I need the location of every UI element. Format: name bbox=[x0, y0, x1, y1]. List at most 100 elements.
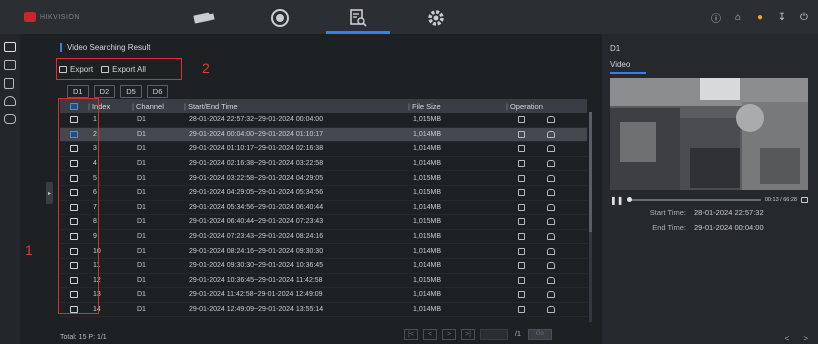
table-row[interactable]: 7 D1 29-01-2024 05:34:56~29-01-2024 06:40:… bbox=[60, 201, 587, 216]
settings-icon bbox=[428, 10, 444, 26]
nav-playback[interactable] bbox=[262, 6, 298, 30]
table-scrollbar[interactable] bbox=[589, 112, 592, 322]
table-row[interactable]: 3 D1 29-01-2024 01:10:17~29-01-2024 02:16:… bbox=[60, 142, 587, 157]
table-row[interactable]: 5 D1 29-01-2024 03:22:58~29-01-2024 04:29:… bbox=[60, 171, 587, 186]
table-row[interactable]: 9 D1 29-01-2024 07:23:43~29-01-2024 08:24:… bbox=[60, 230, 587, 245]
tab-d2[interactable]: D2 bbox=[93, 85, 116, 98]
tab-video[interactable]: Video bbox=[610, 60, 646, 74]
lock-icon[interactable] bbox=[547, 262, 555, 270]
progress-handle[interactable] bbox=[627, 197, 633, 202]
export-file-icon[interactable] bbox=[517, 174, 525, 182]
playback-time: 00:13 / 66:28 bbox=[764, 197, 797, 203]
channel-tabs: D1 D2 D5 D6 bbox=[67, 85, 169, 98]
export-file-icon[interactable] bbox=[517, 306, 525, 314]
row-channel: D1 bbox=[137, 218, 146, 226]
tab-d6[interactable]: D6 bbox=[146, 85, 169, 98]
go-button[interactable]: Go bbox=[527, 329, 552, 340]
lock-icon[interactable] bbox=[547, 174, 555, 182]
export-file-icon[interactable] bbox=[517, 116, 525, 124]
previous-file-button[interactable]: < bbox=[785, 334, 790, 343]
lock-icon[interactable] bbox=[547, 116, 555, 124]
playback-progress[interactable] bbox=[627, 197, 761, 202]
row-time: 29-01-2024 01:10:17~29-01-2024 02:16:38 bbox=[189, 145, 324, 153]
page-number-input[interactable] bbox=[480, 329, 508, 340]
collapse-panel-button[interactable]: ▸ bbox=[46, 182, 53, 204]
next-page-button[interactable]: > bbox=[442, 329, 456, 340]
lock-icon[interactable] bbox=[547, 189, 555, 197]
header-time: Start/End Time bbox=[187, 101, 238, 111]
prev-page-button[interactable]: < bbox=[423, 329, 437, 340]
lock-icon[interactable] bbox=[547, 233, 555, 241]
row-file-size: 1,014MB bbox=[413, 160, 442, 168]
first-page-button[interactable]: |< bbox=[404, 329, 418, 340]
export-file-icon[interactable] bbox=[517, 160, 525, 168]
table-row[interactable]: 4 D1 29-01-2024 02:16:38~29-01-2024 03:22:… bbox=[60, 157, 587, 172]
download-icon[interactable]: ↧ bbox=[776, 11, 788, 23]
lock-icon[interactable] bbox=[547, 145, 555, 153]
annotation-label-2: 2 bbox=[202, 60, 210, 76]
playback-icon bbox=[271, 9, 289, 27]
lock-icon[interactable] bbox=[547, 160, 555, 168]
lock-icon[interactable] bbox=[547, 130, 555, 138]
video-frame-image bbox=[610, 78, 808, 190]
next-file-button[interactable]: > bbox=[803, 334, 808, 343]
table-row[interactable]: 2 D1 29-01-2024 00:04:00~29-01-2024 01:10:… bbox=[60, 127, 587, 143]
export-file-icon[interactable] bbox=[517, 145, 525, 153]
nav-live-view[interactable] bbox=[186, 6, 222, 30]
table-row[interactable]: 14 D1 29-01-2024 12:49:09~29-01-2024 13:55… bbox=[60, 303, 587, 318]
export-file-icon[interactable] bbox=[517, 276, 525, 284]
pause-icon[interactable]: ❚❚ bbox=[610, 196, 623, 205]
table-row[interactable]: 11 D1 29-01-2024 09:30:30~29-01-2024 10:36… bbox=[60, 259, 587, 274]
pagination: |< < > >| /1 Go bbox=[404, 329, 552, 340]
picture-icon[interactable] bbox=[4, 60, 16, 70]
lock-icon[interactable] bbox=[547, 306, 555, 314]
table-row[interactable]: 10 D1 29-01-2024 08:24:16~29-01-2024 09:30… bbox=[60, 244, 587, 259]
tab-d5[interactable]: D5 bbox=[120, 85, 142, 98]
fullscreen-icon[interactable] bbox=[801, 197, 808, 203]
lock-icon[interactable] bbox=[547, 203, 555, 211]
export-file-icon[interactable] bbox=[517, 218, 525, 226]
last-page-button[interactable]: >| bbox=[461, 329, 475, 340]
table-body: 1 D1 28-01-2024 22:57:32~29-01-2024 00:04:… bbox=[60, 113, 587, 318]
row-time: 29-01-2024 02:16:38~29-01-2024 03:22:58 bbox=[189, 160, 324, 168]
start-time-value: 28-01-2024 22:57:32 bbox=[694, 208, 764, 217]
nav-settings[interactable] bbox=[418, 6, 454, 30]
lock-icon[interactable] bbox=[547, 276, 555, 284]
export-file-icon[interactable] bbox=[517, 262, 525, 270]
row-channel: D1 bbox=[137, 262, 146, 270]
row-time: 29-01-2024 06:40:44~29-01-2024 07:23:43 bbox=[189, 218, 324, 226]
video-preview[interactable] bbox=[610, 78, 808, 190]
lock-icon[interactable] bbox=[547, 291, 555, 299]
table-row[interactable]: 6 D1 29-01-2024 04:29:05~29-01-2024 05:34:… bbox=[60, 186, 587, 201]
table-row[interactable]: 1 D1 28-01-2024 22:57:32~29-01-2024 00:04:… bbox=[60, 113, 587, 128]
nav-search[interactable] bbox=[326, 6, 390, 34]
vehicle-icon[interactable] bbox=[4, 114, 16, 124]
info-icon[interactable]: ⓘ bbox=[710, 11, 722, 25]
export-file-icon[interactable] bbox=[517, 203, 525, 211]
document-icon[interactable] bbox=[4, 78, 14, 89]
video-file-icon[interactable] bbox=[4, 42, 16, 52]
scrollbar-thumb[interactable] bbox=[589, 112, 592, 232]
table-row[interactable]: 13 D1 29-01-2024 11:42:58~29-01-2024 12:49… bbox=[60, 288, 587, 303]
row-file-size: 1,015MB bbox=[413, 174, 442, 182]
person-icon[interactable] bbox=[4, 96, 16, 106]
user-icon[interactable]: ● bbox=[754, 11, 766, 23]
table-row[interactable]: 8 D1 29-01-2024 06:40:44~29-01-2024 07:23:… bbox=[60, 215, 587, 230]
row-channel: D1 bbox=[137, 233, 146, 241]
tab-d1[interactable]: D1 bbox=[67, 85, 89, 98]
power-icon[interactable]: ⏻ bbox=[798, 11, 810, 23]
lock-icon[interactable] bbox=[547, 247, 555, 255]
end-time-label: End Time: bbox=[652, 223, 686, 232]
annotation-box-checkboxes bbox=[58, 98, 99, 314]
export-file-icon[interactable] bbox=[517, 189, 525, 197]
table-row[interactable]: 12 D1 29-01-2024 10:36:45~29-01-2024 11:42… bbox=[60, 274, 587, 289]
lock-icon[interactable] bbox=[547, 218, 555, 226]
camera-icon bbox=[193, 12, 215, 24]
logo-mark bbox=[24, 12, 36, 22]
export-file-icon[interactable] bbox=[517, 130, 525, 138]
row-file-size: 1,014MB bbox=[413, 306, 442, 314]
home-icon[interactable]: ⌂ bbox=[732, 11, 744, 23]
export-file-icon[interactable] bbox=[517, 247, 525, 255]
export-file-icon[interactable] bbox=[517, 233, 525, 241]
export-file-icon[interactable] bbox=[517, 291, 525, 299]
